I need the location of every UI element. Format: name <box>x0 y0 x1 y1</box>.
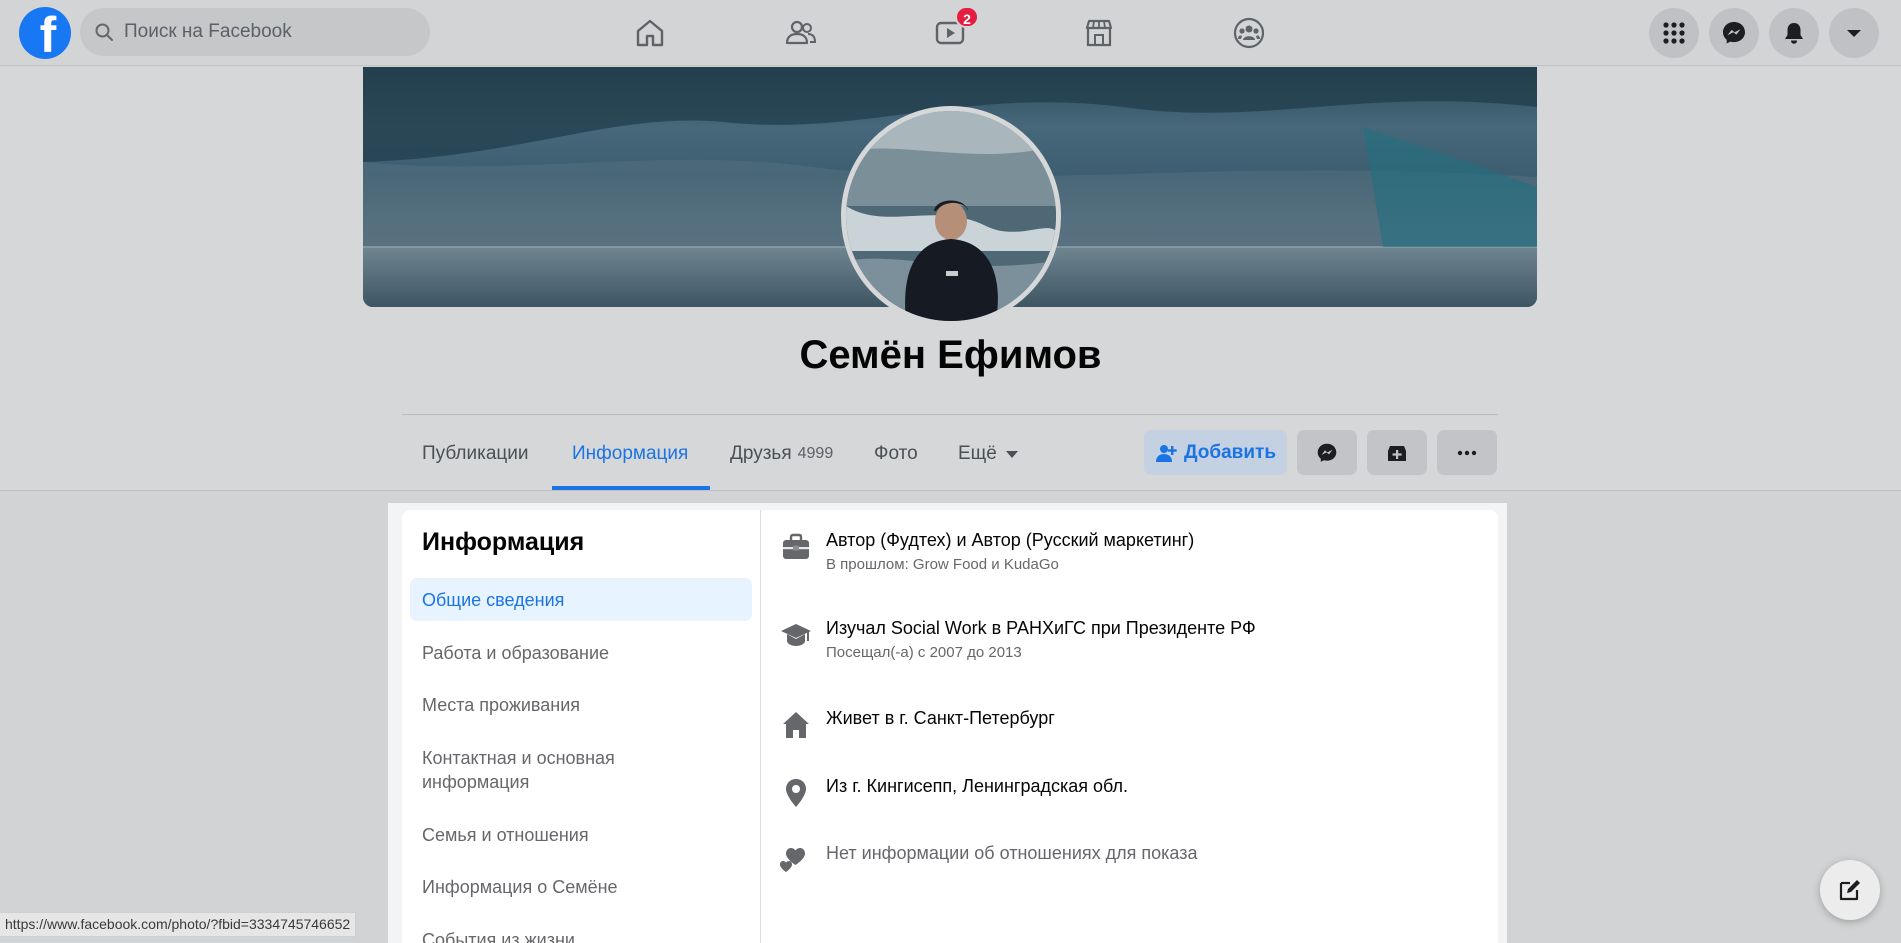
education-summary[interactable]: Изучал Social Work в РАНХиГС при Президе… <box>826 616 1256 640</box>
tab-friends-label: Друзья <box>730 443 792 464</box>
tab-posts-label: Публикации <box>422 443 529 464</box>
work-history: В прошлом: Grow Food и KudaGo <box>826 556 1059 573</box>
work-summary[interactable]: Автор (Фудтех) и Автор (Русский маркетин… <box>826 528 1194 552</box>
tab-posts[interactable]: Публикации <box>402 418 549 490</box>
more-dots-icon <box>1457 450 1477 455</box>
info-row-hometown: Из г. Кингисепп, Ленинградская обл. <box>780 774 1128 809</box>
store-icon <box>1085 19 1113 47</box>
nav-groups-button[interactable] <box>1227 11 1271 55</box>
education-dates: Посещал(-а) с 2007 до 2013 <box>826 644 1022 661</box>
profile-name: Семён Ефимов <box>799 333 1102 377</box>
add-friend-label: Добавить <box>1183 441 1277 463</box>
current-city[interactable]: Живет в г. Санкт-Петербург <box>826 706 1055 730</box>
sidebar-item-life-events[interactable]: События из жизни <box>410 918 752 943</box>
location-pin-icon <box>786 779 806 807</box>
friends-count: 4999 <box>797 445 834 462</box>
info-row-current-city: Живет в г. Санкт-Петербург <box>780 706 1055 741</box>
tab-about-label: Информация <box>572 443 689 464</box>
friends-icon <box>785 20 817 45</box>
hometown[interactable]: Из г. Кингисепп, Ленинградская обл. <box>826 774 1128 798</box>
sidebar-item-label: Работа и образование <box>422 642 610 663</box>
tab-photos[interactable]: Фото <box>854 418 938 490</box>
add-friend-button[interactable]: Добавить <box>1144 430 1287 475</box>
groups-icon <box>1233 17 1265 49</box>
message-button[interactable] <box>1297 430 1357 475</box>
hearts-icon <box>780 848 805 872</box>
nav-home-button[interactable] <box>628 11 672 55</box>
sidebar-item-overview[interactable]: Общие сведения <box>410 578 752 621</box>
inbox-add-icon <box>1388 445 1406 461</box>
active-tab-indicator <box>552 486 710 490</box>
info-row-relationship: Нет информации об отношениях для показа <box>780 841 1197 876</box>
nav-marketplace-button[interactable] <box>1077 11 1121 55</box>
sidebar-item-label: События из жизни <box>422 929 575 943</box>
search-icon <box>95 23 113 41</box>
home-icon <box>636 19 664 47</box>
graduation-cap-icon <box>781 624 811 646</box>
sidebar-item-label: Места проживания <box>422 694 581 715</box>
briefcase-icon <box>783 533 809 559</box>
sidebar-item-places-lived[interactable]: Места проживания <box>410 683 752 726</box>
relationship-status: Нет информации об отношениях для показа <box>826 843 1198 863</box>
info-row-education: Изучал Social Work в РАНХиГС при Президе… <box>780 616 1256 661</box>
about-title: Информация <box>422 528 585 556</box>
menu-button[interactable] <box>1649 8 1699 58</box>
sidebar-item-details-about[interactable]: Информация о Семёне <box>410 865 752 908</box>
new-message-button[interactable] <box>1820 860 1880 920</box>
nav-friends-button[interactable] <box>779 11 823 55</box>
sidebar-item-label: Контактная и основная информация <box>422 748 615 792</box>
top-navigation-bar: f 2 <box>0 0 1901 66</box>
avatar-photo-image <box>846 111 1056 321</box>
chevron-down-icon <box>1005 450 1018 458</box>
account-caret-icon <box>1847 30 1861 37</box>
info-row-work: Автор (Фудтех) и Автор (Русский маркетин… <box>780 528 1194 573</box>
link-preview-status-bar: https://www.facebook.com/photo/?fbid=333… <box>0 912 357 937</box>
profile-avatar[interactable] <box>841 106 1061 326</box>
messenger-icon <box>1317 443 1337 462</box>
tab-photos-label: Фото <box>874 443 918 464</box>
follow-button[interactable] <box>1367 430 1427 475</box>
search-box[interactable] <box>80 8 430 56</box>
messenger-icon <box>1723 22 1745 44</box>
compose-icon <box>1839 880 1860 901</box>
notifications-button[interactable] <box>1769 8 1819 58</box>
account-menu-button[interactable] <box>1829 8 1879 58</box>
sidebar-item-work-education[interactable]: Работа и образование <box>410 631 752 674</box>
sidebar-item-label: Семья и отношения <box>422 824 589 845</box>
tab-friends[interactable]: Друзья 4999 <box>710 418 853 490</box>
search-input[interactable] <box>124 21 414 43</box>
sidebar-item-family-relationships[interactable]: Семья и отношения <box>410 813 752 856</box>
watch-notification-badge: 2 <box>955 6 979 28</box>
house-icon <box>783 712 809 738</box>
facebook-logo-icon[interactable]: f <box>19 7 71 59</box>
header-divider <box>402 414 1498 415</box>
nav-watch-button[interactable]: 2 <box>928 6 979 55</box>
facebook-logo-letter: f <box>39 7 57 59</box>
tab-about[interactable]: Информация <box>552 418 708 490</box>
sidebar-item-contact-info[interactable]: Контактная и основная информация <box>410 741 670 799</box>
tab-more[interactable]: Ещё <box>938 418 1038 490</box>
sidebar-item-label: Информация о Семёне <box>422 876 618 897</box>
tab-more-label: Ещё <box>958 443 997 464</box>
add-friend-icon <box>1155 444 1177 462</box>
more-options-button[interactable] <box>1437 430 1497 475</box>
sidebar-item-label: Общие сведения <box>422 589 565 610</box>
menu-grid-icon <box>1663 22 1685 44</box>
about-card-divider <box>760 510 761 943</box>
notifications-bell-icon <box>1785 23 1803 44</box>
messenger-button[interactable] <box>1709 8 1759 58</box>
